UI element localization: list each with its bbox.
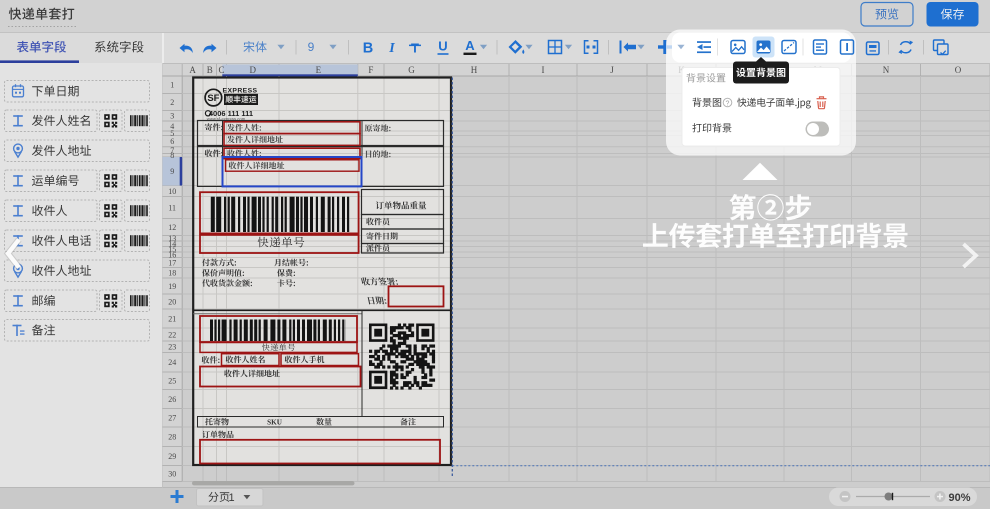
svg-text:6: 6 xyxy=(170,137,174,146)
svg-text:?: ? xyxy=(726,100,730,107)
svg-text:N: N xyxy=(883,65,890,75)
svg-text:E: E xyxy=(316,65,322,75)
svg-text:3: 3 xyxy=(170,112,174,121)
svg-text:12: 12 xyxy=(168,223,176,232)
svg-text:1: 1 xyxy=(228,492,234,504)
svg-text:1: 1 xyxy=(170,81,174,90)
svg-text:19: 19 xyxy=(168,282,176,291)
svg-text:9: 9 xyxy=(170,167,174,176)
svg-text:24: 24 xyxy=(168,358,176,367)
svg-text:29: 29 xyxy=(168,452,176,461)
svg-text:O: O xyxy=(955,65,962,75)
svg-text:23: 23 xyxy=(168,343,176,352)
svg-text:G: G xyxy=(408,65,415,75)
svg-text:J: J xyxy=(610,65,614,75)
svg-text:18: 18 xyxy=(168,269,176,278)
svg-text:21: 21 xyxy=(168,314,176,323)
svg-text:I: I xyxy=(388,41,395,56)
svg-text:C: C xyxy=(218,65,224,75)
svg-text:28: 28 xyxy=(168,433,176,442)
svg-text:B: B xyxy=(363,40,373,56)
svg-text:25: 25 xyxy=(168,377,176,386)
svg-text:A: A xyxy=(465,38,475,53)
svg-text:8: 8 xyxy=(170,151,174,160)
svg-text:B: B xyxy=(207,65,213,75)
svg-text:11: 11 xyxy=(168,203,176,212)
svg-text:27: 27 xyxy=(168,414,176,423)
svg-text:SKU: SKU xyxy=(267,418,283,426)
svg-text:A: A xyxy=(189,65,196,75)
svg-text:20: 20 xyxy=(168,297,176,306)
svg-text:EXPRESS: EXPRESS xyxy=(223,87,258,94)
svg-text:H: H xyxy=(471,65,478,75)
svg-text:F: F xyxy=(368,65,373,75)
svg-text:22: 22 xyxy=(168,330,176,339)
svg-text:2: 2 xyxy=(170,98,174,107)
svg-text:I: I xyxy=(542,65,545,75)
svg-text:D: D xyxy=(250,65,257,75)
svg-text:T: T xyxy=(411,40,419,55)
svg-text:90%: 90% xyxy=(948,492,970,504)
svg-text:9: 9 xyxy=(308,40,315,54)
svg-text:10: 10 xyxy=(168,187,176,196)
svg-text:SF: SF xyxy=(207,93,219,104)
svg-text:17: 17 xyxy=(168,258,176,267)
svg-text:U: U xyxy=(438,39,447,54)
svg-text:26: 26 xyxy=(168,395,176,404)
svg-text:30: 30 xyxy=(168,469,176,478)
